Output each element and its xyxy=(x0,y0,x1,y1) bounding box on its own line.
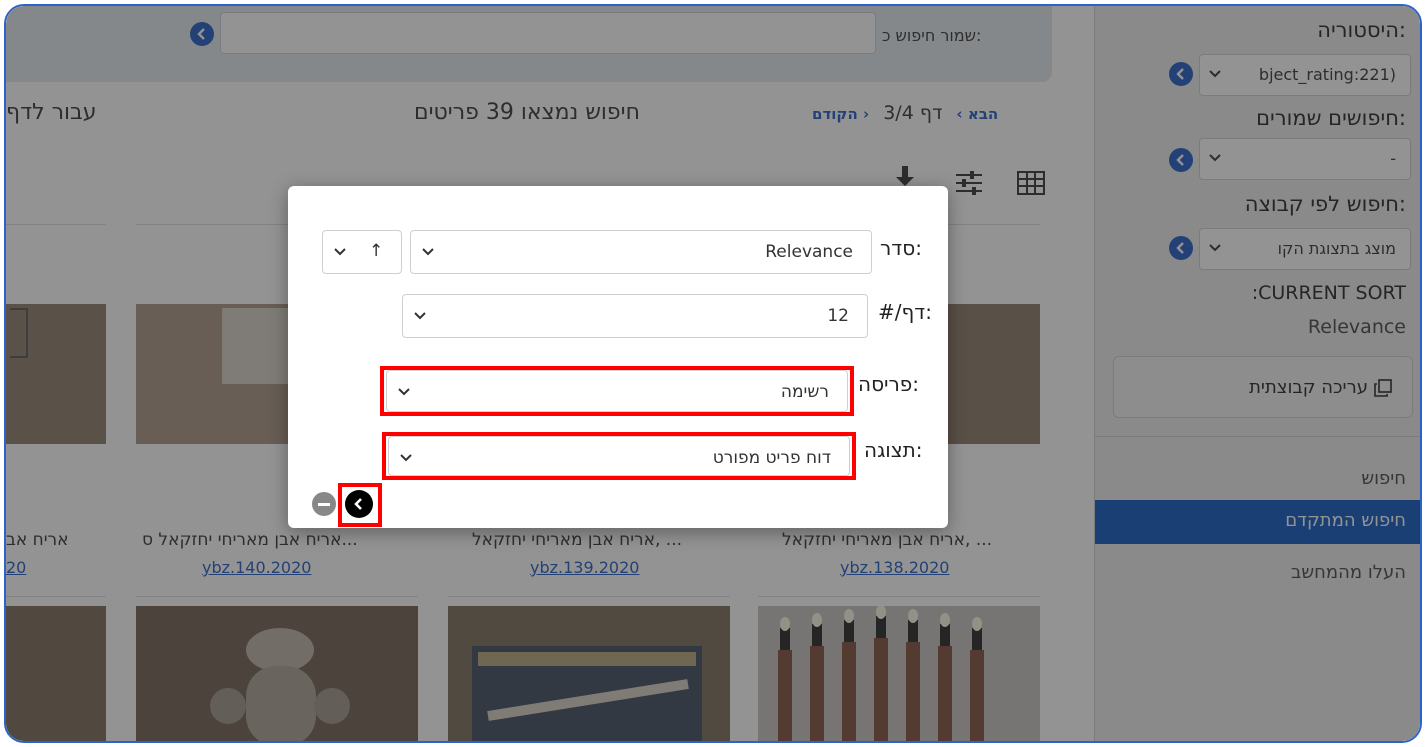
display-options-dialog: סדר: Relevance ↑ #/דף: 12 פריסה: רשימה ת… xyxy=(288,186,948,528)
chevron-down-icon xyxy=(334,248,346,256)
chevron-down-icon xyxy=(398,388,410,396)
display-label: תצוגה: xyxy=(864,438,923,462)
sort-direction-select[interactable]: ↑ xyxy=(322,230,402,274)
layout-label: פריסה: xyxy=(858,372,920,396)
chevron-down-icon xyxy=(414,312,426,320)
chevron-left-icon xyxy=(354,498,362,510)
sort-direction-arrow: ↑ xyxy=(369,241,384,261)
layout-select[interactable]: רשימה xyxy=(386,370,848,412)
sort-label: סדר: xyxy=(880,236,922,260)
modal-backdrop-sidebar[interactable] xyxy=(1094,6,1420,741)
remove-row-button[interactable] xyxy=(312,492,336,516)
chevron-down-icon xyxy=(422,248,434,256)
display-select[interactable]: דוח פריט מפורט xyxy=(388,436,850,476)
sort-select[interactable]: Relevance xyxy=(410,230,872,274)
app-frame: שמור חיפוש כ: הבא › דף 3/4 ‹ הקודם חיפוש… xyxy=(4,4,1422,743)
per-page-label: #/דף: xyxy=(878,300,932,324)
per-page-select[interactable]: 12 xyxy=(402,294,868,338)
apply-button[interactable] xyxy=(345,490,373,518)
chevron-down-icon xyxy=(400,454,412,462)
minus-icon xyxy=(318,502,330,506)
